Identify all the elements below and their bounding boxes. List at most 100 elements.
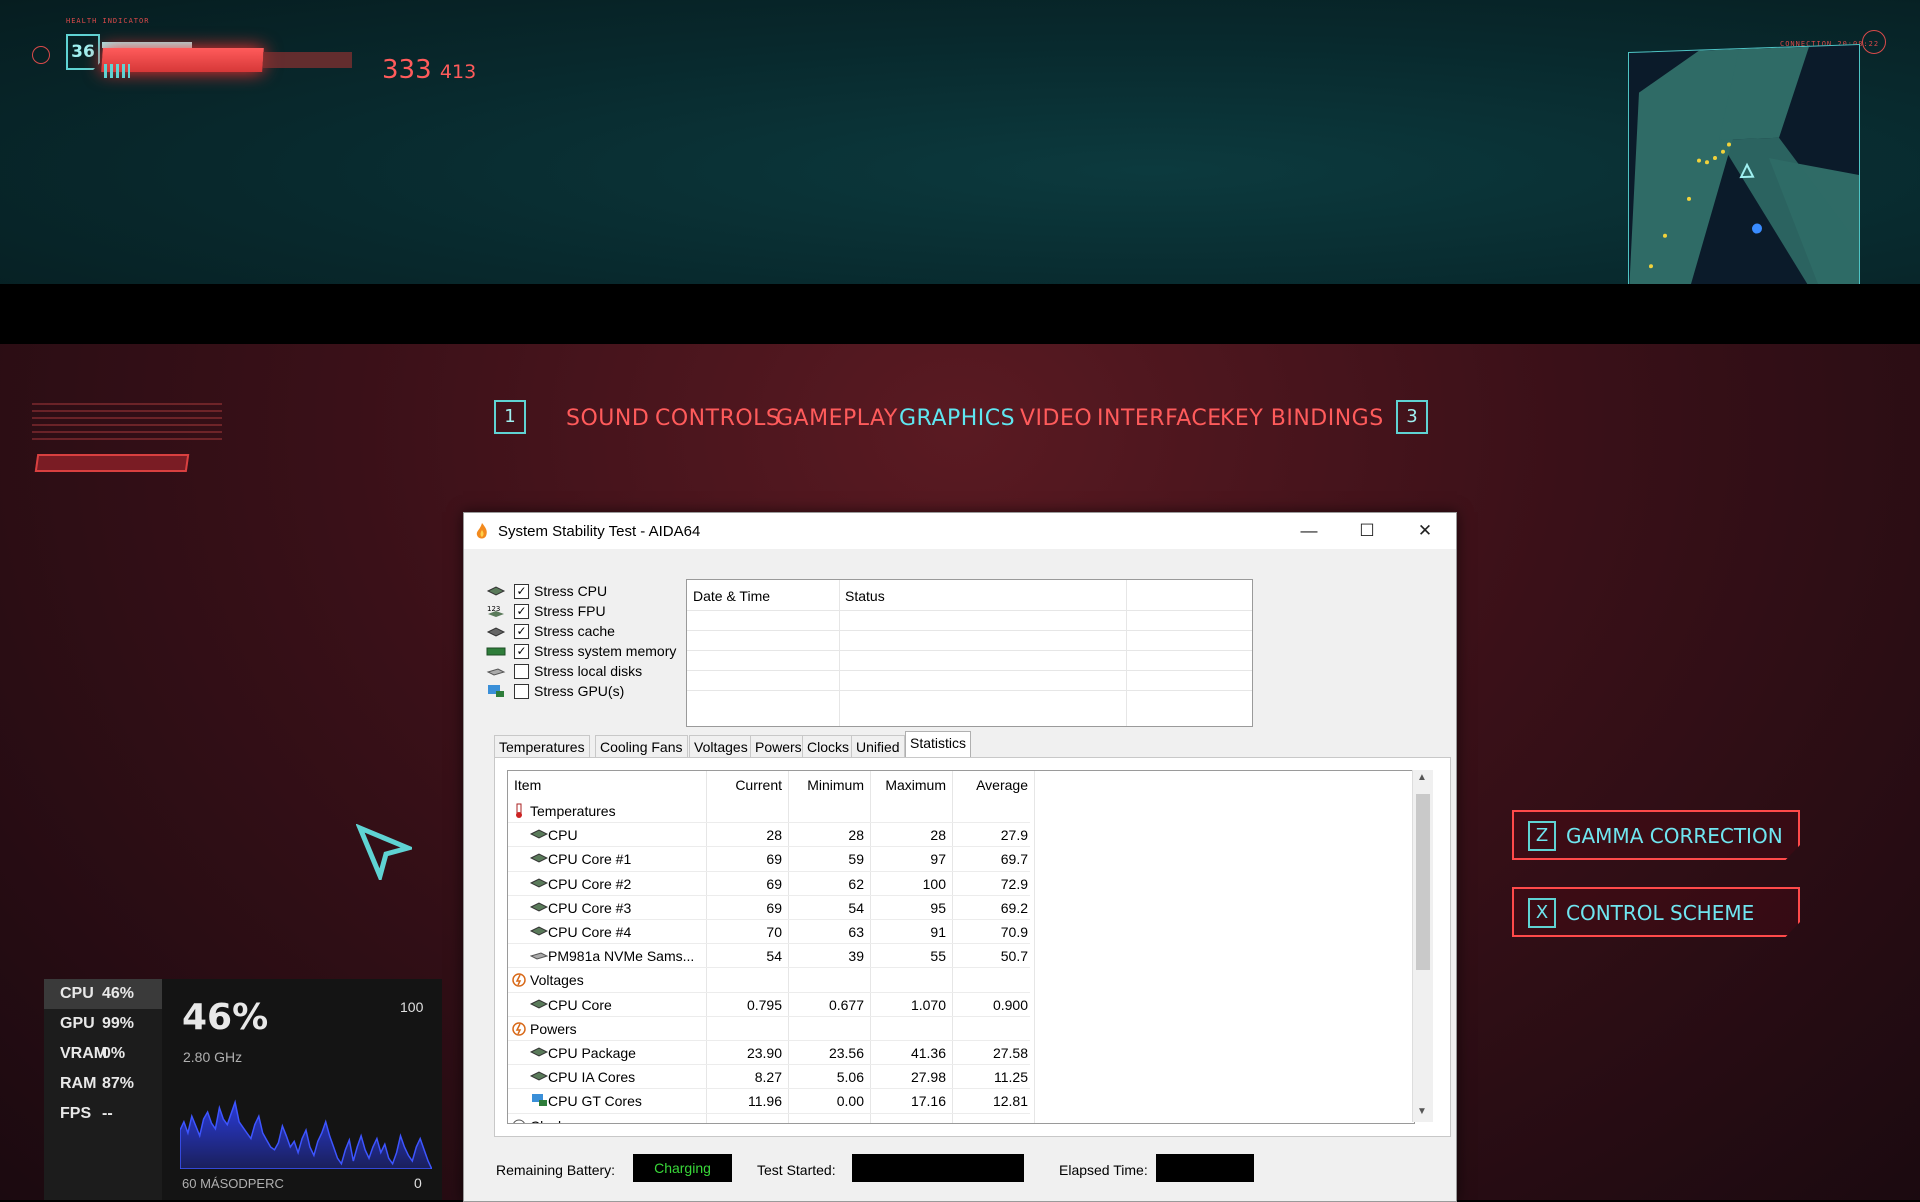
minimap (1628, 43, 1860, 284)
log-column-divider (839, 580, 840, 726)
grid-group-row[interactable]: Powers (508, 1017, 1396, 1041)
grid-vertical-scrollbar[interactable]: ▲ ▼ (1412, 770, 1433, 1122)
perf-key: RAM (60, 1075, 97, 1092)
row-average-value: 72.9 (1000, 875, 1028, 892)
performance-overlay: CPU 46% GPU 99% VRAM 0% RAM 87% FPS -- 46% 2.… (44, 979, 442, 1200)
minimize-button[interactable]: — (1280, 513, 1338, 549)
gamma-correction-button[interactable]: Z GAMMA CORRECTION (1512, 810, 1800, 860)
next-tab-key[interactable]: 3 (1396, 400, 1428, 434)
row-maximum-value: 28 (930, 827, 946, 844)
perf-row-ram[interactable]: RAM 87% (44, 1069, 162, 1099)
grid-item-row[interactable]: CPU Package 23.90 23.56 41.36 27.58 (508, 1041, 1396, 1066)
row-minimum-value: 54 (848, 899, 864, 916)
status-log[interactable]: Date & Time Status (686, 579, 1253, 727)
tab-cooling-fans[interactable]: Cooling Fans (595, 735, 688, 758)
grid-item-row[interactable]: PM981a NVMe Sams... 54 39 55 50.7 (508, 944, 1396, 969)
tab-powers[interactable]: Powers (750, 735, 807, 758)
perf-row-fps[interactable]: FPS -- (44, 1099, 162, 1129)
grid-item-row[interactable]: CPU Core #3 69 54 95 69.2 (508, 896, 1396, 920)
row-maximum-value: 27.98 (910, 1069, 946, 1086)
scroll-up-arrow-icon[interactable]: ▲ (1417, 772, 1427, 783)
grid-group-row[interactable]: Voltages (508, 968, 1396, 993)
tab-temperatures[interactable]: Temperatures (494, 735, 590, 758)
grid-item-row[interactable]: CPU Core #4 70 63 91 70.9 (508, 920, 1396, 945)
scrollbar-thumb[interactable] (1416, 794, 1430, 970)
voltage-icon (512, 972, 526, 991)
tab-controls[interactable]: CONTROLS (655, 406, 780, 431)
row-current-value: 28 (766, 827, 782, 844)
perf-scale-min: 0 (414, 1175, 422, 1191)
perf-graph-area (180, 1099, 432, 1169)
grid-item-row[interactable]: CPU Core #1 69 59 97 69.7 (508, 847, 1396, 872)
row-maximum-value: 17.16 (910, 1093, 946, 1110)
row-current-value: 8.27 (754, 1069, 782, 1086)
row-average-value: 12.81 (992, 1093, 1028, 1110)
perf-key: GPU (60, 1015, 95, 1032)
log-row-line (687, 690, 1252, 691)
prev-tab-key[interactable]: 1 (494, 400, 526, 434)
cpu-chip-icon (529, 1045, 549, 1061)
tab-gameplay[interactable]: GAMEPLAY (776, 406, 898, 431)
stress-cpu-checkbox[interactable]: ✓ (514, 584, 529, 599)
stress-memory-label: Stress system memory (534, 643, 677, 659)
stress-cache-checkbox[interactable]: ✓ (514, 624, 529, 639)
close-button[interactable]: ✕ (1396, 513, 1454, 549)
control-scheme-label: CONTROL SCHEME (1566, 901, 1755, 925)
cpu-chip-icon (529, 997, 549, 1013)
elapsed-time-value (1156, 1154, 1254, 1182)
row-minimum-value: 39 (848, 948, 864, 965)
grid-item-row[interactable]: CPU Core #2 69 62 100 72.9 (508, 872, 1396, 896)
column-maximum[interactable]: Maximum (872, 777, 946, 793)
row-minimum-value: 0.677 (828, 996, 864, 1013)
gamma-correction-key: Z (1528, 821, 1556, 851)
tab-clocks[interactable]: Clocks (802, 735, 855, 758)
stress-cpu-label: Stress CPU (534, 583, 608, 599)
perf-value: 46% (102, 985, 135, 1002)
health-max: 413 (439, 61, 477, 83)
control-scheme-button[interactable]: X CONTROL SCHEME (1512, 887, 1800, 937)
title-bar[interactable]: System Stability Test - AIDA64 — ☐ ✕ (464, 513, 1456, 549)
tab-interface[interactable]: INTERFACE (1097, 406, 1222, 431)
tab-sound[interactable]: SOUND (566, 406, 649, 431)
stress-fpu-checkbox[interactable]: ✓ (514, 604, 529, 619)
grid-item-row[interactable]: CPU 28 28 28 27.9 (508, 823, 1396, 848)
row-item-name: CPU Core #1 (548, 851, 632, 868)
tab-key-bindings[interactable]: KEY BINDINGS (1220, 406, 1384, 431)
stress-disks-checkbox[interactable] (514, 664, 529, 679)
tab-video[interactable]: VIDEO (1020, 406, 1092, 431)
grid-group-row[interactable]: Clocks (508, 1114, 1396, 1123)
perf-row-cpu[interactable]: CPU 46% (44, 979, 162, 1009)
perf-row-vram[interactable]: VRAM 0% (44, 1039, 162, 1069)
column-current[interactable]: Current (708, 777, 782, 793)
stress-gpu-checkbox[interactable] (514, 684, 529, 699)
row-current-value: 23.90 (746, 1045, 782, 1061)
row-minimum-value: 59 (848, 851, 864, 868)
gpu-monitor-icon (486, 684, 506, 698)
stress-memory-checkbox[interactable]: ✓ (514, 644, 529, 659)
row-maximum-value: 41.36 (910, 1045, 946, 1061)
row-item-name: CPU Core (548, 996, 612, 1013)
column-minimum[interactable]: Minimum (790, 777, 864, 793)
tab-statistics[interactable]: Statistics (905, 731, 972, 759)
tab-graphics[interactable]: GRAPHICS (899, 406, 1015, 431)
row-item-name: Temperatures (530, 803, 616, 819)
maximize-button[interactable]: ☐ (1338, 513, 1396, 549)
grid-item-row[interactable]: CPU GT Cores 11.96 0.00 17.16 12.81 (508, 1089, 1396, 1114)
decorative-red-bar (34, 454, 190, 472)
row-item-name: Voltages (530, 972, 584, 989)
statistics-grid[interactable]: Item Current Minimum Maximum Average Tem… (507, 770, 1415, 1124)
thermometer-icon (512, 803, 526, 822)
perf-value: 99% (102, 1015, 135, 1032)
grid-item-row[interactable]: CPU IA Cores 8.27 5.06 27.98 11.25 (508, 1065, 1396, 1090)
tab-unified[interactable]: Unified (851, 735, 905, 758)
grid-group-row[interactable]: Temperatures (508, 799, 1396, 824)
column-average[interactable]: Average (954, 777, 1028, 793)
perf-row-gpu[interactable]: GPU 99% (44, 1009, 162, 1039)
grid-item-row[interactable]: CPU Core 0.795 0.677 1.070 0.900 (508, 993, 1396, 1017)
scroll-down-arrow-icon[interactable]: ▼ (1417, 1106, 1427, 1117)
column-item[interactable]: Item (514, 777, 541, 793)
tab-voltages[interactable]: Voltages (689, 735, 753, 758)
perf-scale-max: 100 (400, 999, 424, 1015)
stress-cache-label: Stress cache (534, 623, 615, 639)
cpu-chip-icon (529, 924, 549, 940)
